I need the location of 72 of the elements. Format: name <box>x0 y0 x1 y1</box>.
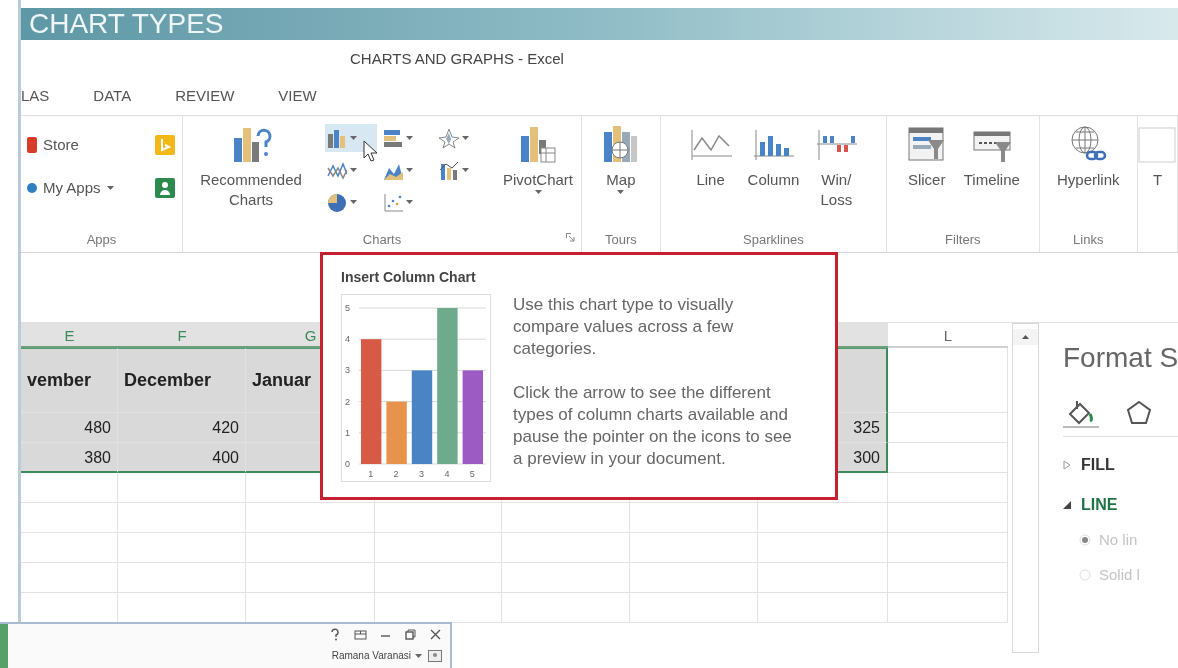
tick-label: 1 <box>345 427 350 438</box>
ribbon-tab[interactable]: LAS <box>21 85 50 108</box>
ribbon-button[interactable]: Recommended Charts <box>189 122 313 211</box>
tick-label: 3 <box>345 365 350 376</box>
ribbon-button[interactable]: Win/ Loss <box>813 122 860 211</box>
ribbon-button[interactable]: Slicer <box>903 122 950 192</box>
category-label: 3 <box>419 469 424 479</box>
tick-label: 5 <box>345 303 350 313</box>
table-cell: 420 <box>118 413 246 443</box>
group-label: Charts <box>362 232 402 247</box>
group-label: Links <box>1073 232 1104 247</box>
ribbon-button[interactable]: Hyperlink <box>1055 122 1122 192</box>
add-in-icon <box>155 135 175 156</box>
table-cell: December <box>118 348 246 413</box>
store-icon <box>27 137 37 154</box>
ribbon-button[interactable]: Column <box>745 122 802 192</box>
people-graph-icon <box>155 177 175 198</box>
tooltip-text: Use this chart type to visually compare values across a few categories. <box>513 294 735 360</box>
table-cell: 380 <box>21 443 118 473</box>
category-label: 5 <box>469 469 475 479</box>
bar <box>386 401 407 464</box>
help-icon[interactable] <box>329 628 342 641</box>
ribbon-button[interactable]: Timeline <box>961 122 1022 192</box>
app-button[interactable]: My Apps <box>27 176 149 199</box>
close-icon[interactable] <box>429 628 442 641</box>
ribbon-tab[interactable]: REVIEW <box>175 85 235 108</box>
section-header[interactable]: FILL <box>1063 453 1115 477</box>
section-header[interactable]: LINE <box>1063 493 1118 517</box>
column-chart-icon <box>327 127 347 149</box>
account-button[interactable]: Ramana Varanasi <box>331 648 422 663</box>
tick-label: 4 <box>345 334 350 345</box>
category-label: 4 <box>444 469 450 479</box>
group-label: Tours <box>605 232 637 247</box>
restore-icon[interactable] <box>404 628 417 641</box>
group-label: Filters <box>945 232 981 247</box>
add-in-button[interactable] <box>155 177 175 198</box>
dialog-launcher-icon[interactable] <box>566 233 576 242</box>
table-cell: 480 <box>21 413 118 443</box>
app-button[interactable]: Store <box>27 134 149 157</box>
group-label: Sparklines <box>743 232 804 247</box>
pie-chart-icon <box>327 191 347 213</box>
pointer-icon <box>363 140 377 162</box>
group-label: Apps <box>86 232 117 247</box>
ribbon-button[interactable]: Map <box>597 122 644 202</box>
chart-type-button[interactable] <box>325 124 377 152</box>
ribbon-button[interactable]: T <box>1134 122 1178 192</box>
expand-icon <box>1063 461 1071 469</box>
tooltip-title: Insert Column Chart <box>341 268 477 287</box>
window-edge-strip <box>0 624 8 668</box>
tick-label: 0 <box>345 459 350 469</box>
text-box-icon <box>1136 124 1178 164</box>
combo-chart-icon <box>439 159 459 181</box>
banner-title: CHART TYPES <box>21 8 1178 40</box>
ribbon-button[interactable]: PivotChart <box>501 122 576 202</box>
pentagon-icon <box>1125 398 1153 427</box>
window-title: CHARTS AND GRAPHS - Excel <box>350 48 564 69</box>
table-cell: 400 <box>118 443 246 473</box>
tick-label: 2 <box>345 396 350 407</box>
ribbon-display-icon[interactable] <box>354 628 367 641</box>
scatter-chart-icon <box>383 191 403 213</box>
pane-title: Format S <box>1063 341 1178 375</box>
bar-chart-icon <box>383 127 403 149</box>
category-label: 2 <box>393 469 399 479</box>
collapse-icon <box>1063 501 1071 509</box>
ribbon-tab[interactable]: DATA <box>93 85 132 108</box>
ribbon-button[interactable]: Line <box>687 122 734 192</box>
radar-chart-icon <box>439 127 459 149</box>
avatar-icon <box>428 649 442 662</box>
table-cell: vember <box>21 348 118 413</box>
ribbon-tab[interactable]: VIEW <box>278 85 317 108</box>
category-label: 1 <box>368 469 374 479</box>
scroll-up-button[interactable] <box>1013 328 1038 345</box>
